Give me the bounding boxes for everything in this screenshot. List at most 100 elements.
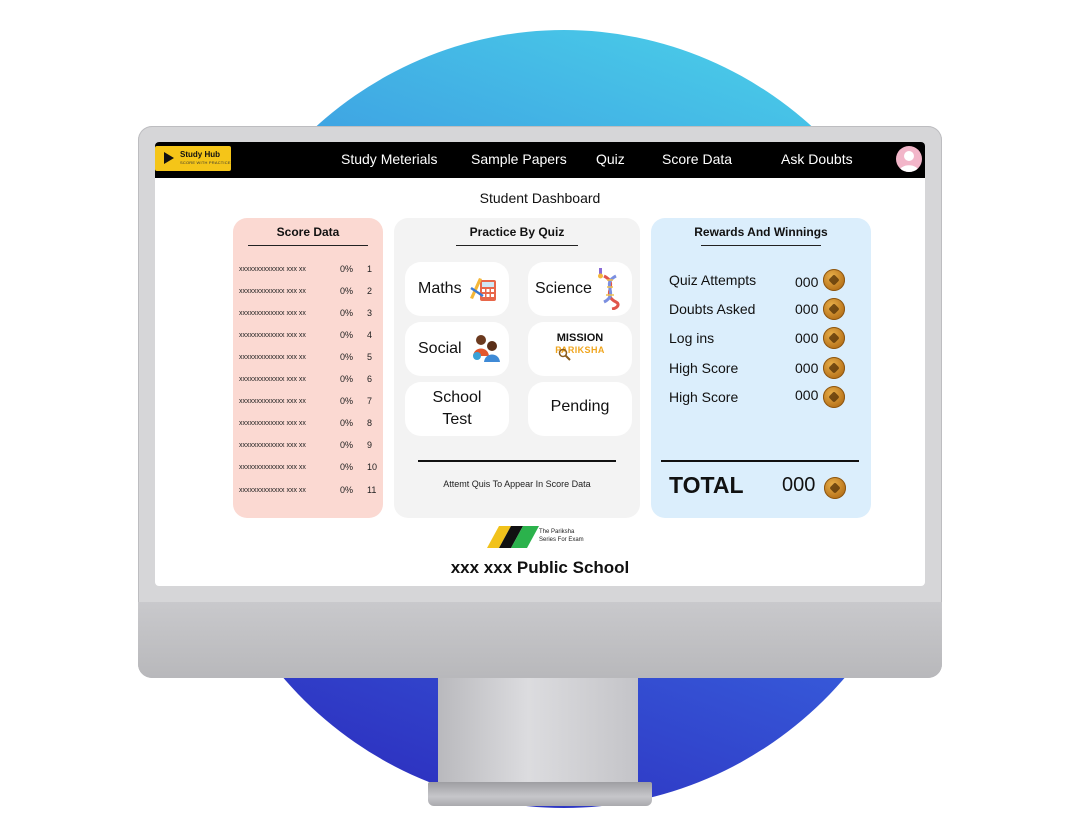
- reward-value: 000: [795, 330, 819, 346]
- rewards-panel-divider: [701, 245, 821, 246]
- score-row: xxxxxxxxxxxxx xxx xx 0% 10: [239, 462, 379, 474]
- reward-label: High Score: [669, 389, 739, 405]
- score-row-percent: 0%: [340, 462, 354, 472]
- calculator-icon: [470, 278, 496, 301]
- screen: Study Hub SCORE WITH PRACTICE Study Mete…: [155, 142, 925, 586]
- page-title: Student Dashboard: [479, 190, 601, 206]
- score-row-number: 11: [367, 485, 377, 495]
- reward-label: Doubts Asked: [669, 301, 756, 317]
- score-row: xxxxxxxxxxxxx xxx xx 0% 5: [239, 352, 379, 364]
- nav-sample-papers[interactable]: Sample Papers: [471, 151, 567, 167]
- rewards-bottom-divider: [661, 460, 859, 462]
- score-row-number: 7: [367, 396, 373, 406]
- user-icon: [899, 151, 919, 172]
- coin-icon: [823, 269, 845, 291]
- quiz-card-label: School: [432, 389, 482, 406]
- reward-value: 000: [795, 387, 819, 403]
- study-hub-logo[interactable]: Study Hub SCORE WITH PRACTICE: [155, 146, 231, 171]
- score-row-percent: 0%: [340, 264, 354, 274]
- score-row: xxxxxxxxxxxxx xxx xx 0% 7: [239, 396, 379, 408]
- monitor-frame: Study Hub SCORE WITH PRACTICE Study Mete…: [138, 126, 942, 678]
- rewards-panel-title: Rewards And Winnings: [694, 225, 828, 239]
- nav-study-materials[interactable]: Study Meterials: [341, 151, 437, 167]
- score-row-number: 8: [367, 418, 373, 428]
- navbar: Study Hub SCORE WITH PRACTICE Study Mete…: [155, 142, 925, 178]
- score-row-text: xxxxxxxxxxxxx xxx xx: [239, 354, 306, 361]
- quiz-card-label: Pending: [550, 398, 610, 415]
- score-row-number: 6: [367, 374, 373, 384]
- quiz-card-maths[interactable]: Maths: [405, 262, 509, 316]
- score-panel-divider: [248, 245, 368, 246]
- coin-icon: [823, 357, 845, 379]
- score-row-number: 10: [367, 462, 378, 472]
- school-name: xxx xxx Public School: [450, 558, 630, 577]
- logo-title: Study Hub: [180, 150, 220, 159]
- quiz-card-label: Test: [442, 411, 472, 428]
- score-row: xxxxxxxxxxxxx xxx xx 0% 3: [239, 308, 379, 320]
- score-row-percent: 0%: [340, 308, 354, 318]
- score-row-number: 4: [367, 330, 373, 340]
- monitor-chin: [138, 602, 942, 678]
- pariksha-brand-logo: [487, 526, 539, 548]
- coin-icon: [823, 327, 845, 349]
- avatar[interactable]: [896, 146, 922, 172]
- quiz-panel-divider: [456, 245, 578, 246]
- score-row-text: xxxxxxxxxxxxx xxx xx: [239, 376, 306, 383]
- score-row-text: xxxxxxxxxxxxx xxx xx: [239, 288, 306, 295]
- score-row-text: xxxxxxxxxxxxx xxx xx: [239, 464, 306, 471]
- score-row-percent: 0%: [340, 286, 354, 296]
- score-row-number: 9: [367, 440, 373, 450]
- reward-value: 000: [795, 301, 819, 317]
- score-row-percent: 0%: [340, 374, 354, 384]
- quiz-card-mission-pariksha[interactable]: MISSION PARIKSHA: [528, 322, 632, 376]
- play-icon: [164, 152, 174, 164]
- score-row-percent: 0%: [340, 440, 354, 450]
- score-row-number: 3: [367, 308, 373, 318]
- score-row-percent: 0%: [340, 485, 354, 495]
- score-row: xxxxxxxxxxxxx xxx xx 0% 8: [239, 418, 379, 430]
- nav-quiz[interactable]: Quiz: [596, 151, 625, 167]
- quiz-card-science[interactable]: Science: [528, 262, 632, 316]
- brand-line-2: Series For Exam: [539, 537, 584, 543]
- mission-subtitle: PARIKSHA: [555, 345, 605, 355]
- score-row-text: xxxxxxxxxxxxx xxx xx: [239, 332, 306, 339]
- practice-by-quiz-panel: Practice By Quiz Maths Science Social MI…: [394, 218, 640, 518]
- reward-value: 000: [795, 360, 819, 376]
- quiz-card-label: Science: [535, 280, 592, 297]
- quiz-card-pending[interactable]: Pending: [528, 382, 632, 436]
- brand-line-1: The Pariksha: [539, 529, 575, 535]
- quiz-footer-note: Attemt Quis To Appear In Score Data: [443, 479, 591, 489]
- monitor-stand: [438, 676, 638, 786]
- score-row-number: 5: [367, 352, 373, 362]
- reward-value: 000: [795, 274, 819, 290]
- score-row: xxxxxxxxxxxxx xxx xx 0% 6: [239, 374, 379, 386]
- quiz-panel-bottom-divider: [418, 460, 616, 462]
- score-row: xxxxxxxxxxxxx xxx xx 0% 9: [239, 440, 379, 452]
- score-row-text: xxxxxxxxxxxxx xxx xx: [239, 420, 306, 427]
- mission-title: MISSION: [556, 332, 604, 344]
- score-row-number: 1: [367, 264, 373, 274]
- score-row-percent: 0%: [340, 396, 354, 406]
- coin-icon: [824, 477, 846, 499]
- magnifier-icon: [558, 348, 571, 361]
- score-data-panel: Score Data xxxxxxxxxxxxx xxx xx 0% 1 xxxxx…: [233, 218, 383, 518]
- quiz-card-school-test[interactable]: School Test: [405, 382, 509, 436]
- quiz-card-label: Maths: [418, 280, 462, 297]
- brand-text: The Pariksha Series For Exam: [539, 528, 584, 544]
- coin-icon: [823, 386, 845, 408]
- score-row: xxxxxxxxxxxxx xxx xx 0% 2: [239, 286, 379, 298]
- quiz-card-social[interactable]: Social: [405, 322, 509, 376]
- score-panel-title: Score Data: [276, 225, 340, 239]
- score-row-percent: 0%: [340, 418, 354, 428]
- rewards-panel: Rewards And Winnings Quiz Attempts 000 D…: [651, 218, 871, 518]
- reward-label: High Score: [669, 360, 739, 376]
- nav-score-data[interactable]: Score Data: [662, 151, 732, 167]
- reward-label: Quiz Attempts: [669, 272, 757, 288]
- score-row-text: xxxxxxxxxxxxx xxx xx: [239, 487, 306, 494]
- nav-ask-doubts[interactable]: Ask Doubts: [781, 151, 853, 167]
- score-row: xxxxxxxxxxxxx xxx xx 0% 4: [239, 330, 379, 342]
- coin-icon: [823, 298, 845, 320]
- score-row-number: 2: [367, 286, 373, 296]
- score-row-text: xxxxxxxxxxxxx xxx xx: [239, 398, 306, 405]
- score-row: xxxxxxxxxxxxx xxx xx 0% 11: [239, 485, 379, 497]
